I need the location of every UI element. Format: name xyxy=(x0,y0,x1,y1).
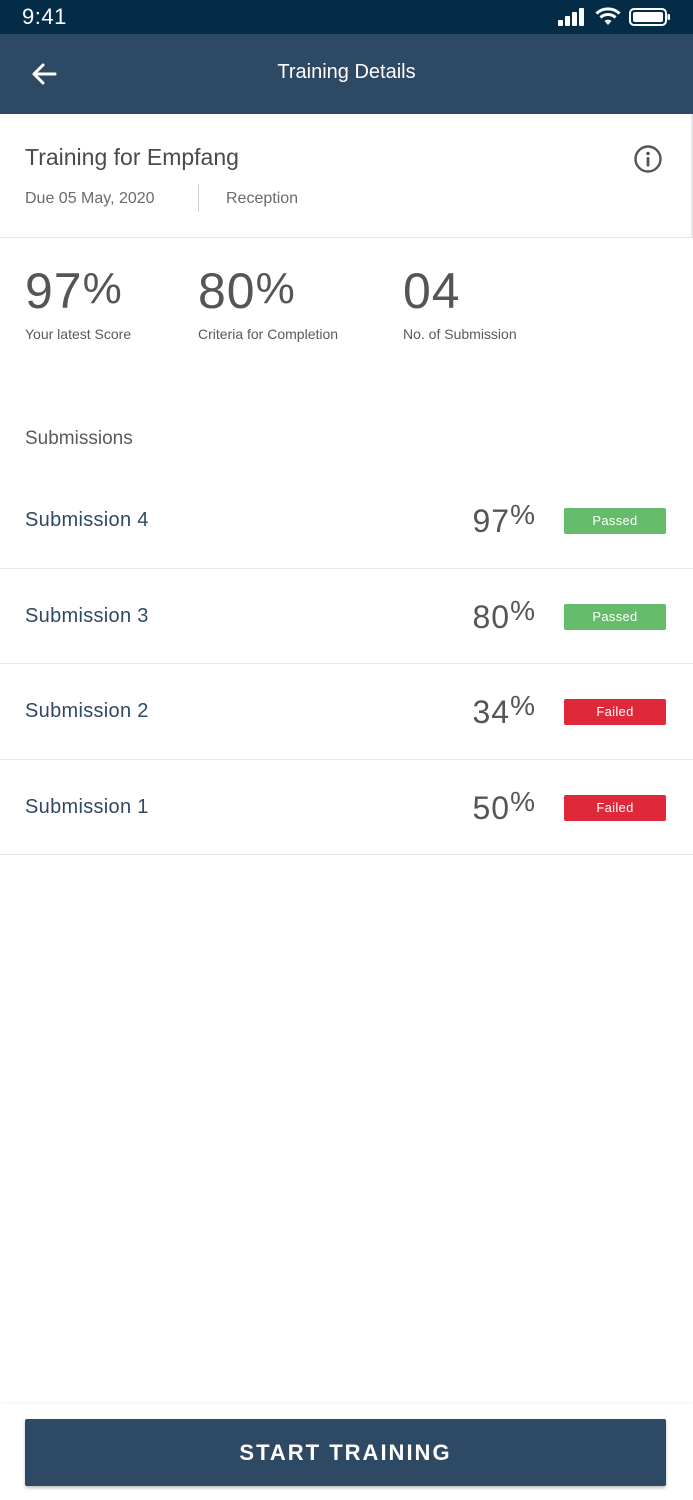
training-due-date: Due 05 May, 2020 xyxy=(25,190,155,207)
start-training-button[interactable]: START TRAINING xyxy=(25,1419,666,1486)
submission-name: Submission 4 xyxy=(25,509,149,531)
status-badge: Failed xyxy=(564,699,666,725)
status-bar: 9:41 xyxy=(0,0,693,34)
stat-latest-score: 97% Your latest Score xyxy=(25,262,131,342)
stat-value: 04 xyxy=(403,263,461,319)
info-icon xyxy=(634,145,662,173)
meta-divider xyxy=(198,184,199,212)
page-title: Training Details xyxy=(277,61,416,83)
submission-score: 50% xyxy=(472,785,536,826)
submission-score: 34% xyxy=(472,690,536,730)
stat-completion-criteria: 80% Criteria for Completion xyxy=(198,262,338,342)
status-badge: Failed xyxy=(564,794,666,821)
wifi-icon xyxy=(595,7,621,25)
stat-value: 97 xyxy=(25,263,83,319)
submission-row[interactable]: Submission 4 97% Passed xyxy=(0,473,693,569)
training-title: Training for Empfang xyxy=(25,144,239,170)
status-badge: Passed xyxy=(564,603,666,630)
submission-row[interactable]: Submission 3 80% Passed xyxy=(0,569,693,664)
submission-row[interactable]: Submission 1 50% Failed xyxy=(0,760,693,855)
stat-unit: % xyxy=(255,264,296,313)
submission-list: Submission 4 97% Passed Submission 3 80%… xyxy=(0,473,693,855)
status-time: 9:41 xyxy=(22,4,67,29)
submission-name: Submission 1 xyxy=(25,795,149,818)
submission-row[interactable]: Submission 2 34% Failed xyxy=(0,664,693,760)
submission-score: 80% xyxy=(472,594,536,635)
submission-name: Submission 2 xyxy=(25,700,149,722)
signal-icon xyxy=(558,8,584,26)
training-card: Training for Empfang Due 05 May, 2020 Re… xyxy=(0,114,693,238)
stat-label: Your latest Score xyxy=(25,326,132,342)
stat-submission-count: 04 No. of Submission xyxy=(403,262,517,342)
stat-label: Criteria for Completion xyxy=(198,326,339,342)
submissions-heading: Submissions xyxy=(25,428,133,449)
stat-value: 80 xyxy=(198,263,256,319)
submission-name: Submission 3 xyxy=(25,604,149,627)
battery-icon xyxy=(629,8,670,26)
bottom-action-bar: START TRAINING xyxy=(0,1404,693,1500)
submission-score: 97% xyxy=(472,499,536,539)
info-button[interactable] xyxy=(633,144,663,174)
status-icons xyxy=(557,7,671,27)
app-bar: Training Details xyxy=(0,34,693,114)
stat-label: No. of Submission xyxy=(403,326,517,342)
training-department: Reception xyxy=(226,190,299,207)
stat-unit: % xyxy=(82,264,123,313)
status-badge: Passed xyxy=(564,508,666,534)
